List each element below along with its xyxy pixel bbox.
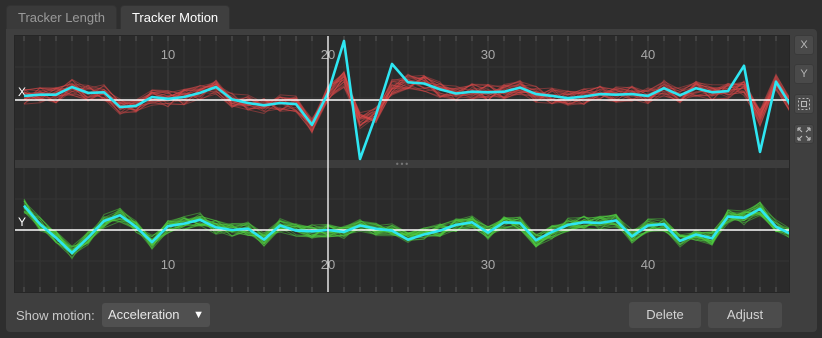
splitter-handle-icon: ••• xyxy=(395,160,409,169)
frame-tick-label-bottom: 40 xyxy=(641,257,655,272)
y-channel-button-label: Y xyxy=(800,68,808,80)
frame-tick-label-top: 40 xyxy=(641,47,655,62)
fit-selection-button[interactable] xyxy=(794,94,814,114)
x-channel-button-label: X xyxy=(800,39,808,51)
adjust-button[interactable]: Adjust xyxy=(708,302,782,328)
frame-tick-label-bottom: 10 xyxy=(161,257,175,272)
tab-tracker-length[interactable]: Tracker Length xyxy=(6,5,117,29)
x-channel-button[interactable]: X xyxy=(794,35,814,55)
tab-bar: Tracker Length Tracker Motion xyxy=(6,5,233,29)
frame-tick-label-bottom: 30 xyxy=(481,257,495,272)
motion-graph[interactable]: 10 10 20 20 30 30 40 40 ••• X Y xyxy=(14,35,790,293)
tab-tracker-motion[interactable]: Tracker Motion xyxy=(119,5,231,29)
y-channel-button[interactable]: Y xyxy=(794,64,814,84)
delete-button[interactable]: Delete xyxy=(629,302,701,328)
fit-selection-icon xyxy=(798,98,810,110)
expand-icon xyxy=(797,127,811,141)
expand-button[interactable] xyxy=(794,124,814,144)
motion-mode-select[interactable]: Acceleration ▼ xyxy=(102,303,210,327)
dropdown-arrow-icon: ▼ xyxy=(193,309,204,321)
y-channel-label: Y xyxy=(18,215,26,229)
motion-mode-value: Acceleration xyxy=(108,307,180,322)
motion-graph-canvas[interactable]: 1010202030304040•••XY xyxy=(15,36,789,292)
show-motion-label: Show motion: xyxy=(16,308,95,323)
frame-tick-label-top: 30 xyxy=(481,47,495,62)
tracker-motion-panel: 10 10 20 20 30 30 40 40 ••• X Y X Y Show motion: A… xyxy=(6,29,817,332)
frame-tick-label-top: 10 xyxy=(161,47,175,62)
